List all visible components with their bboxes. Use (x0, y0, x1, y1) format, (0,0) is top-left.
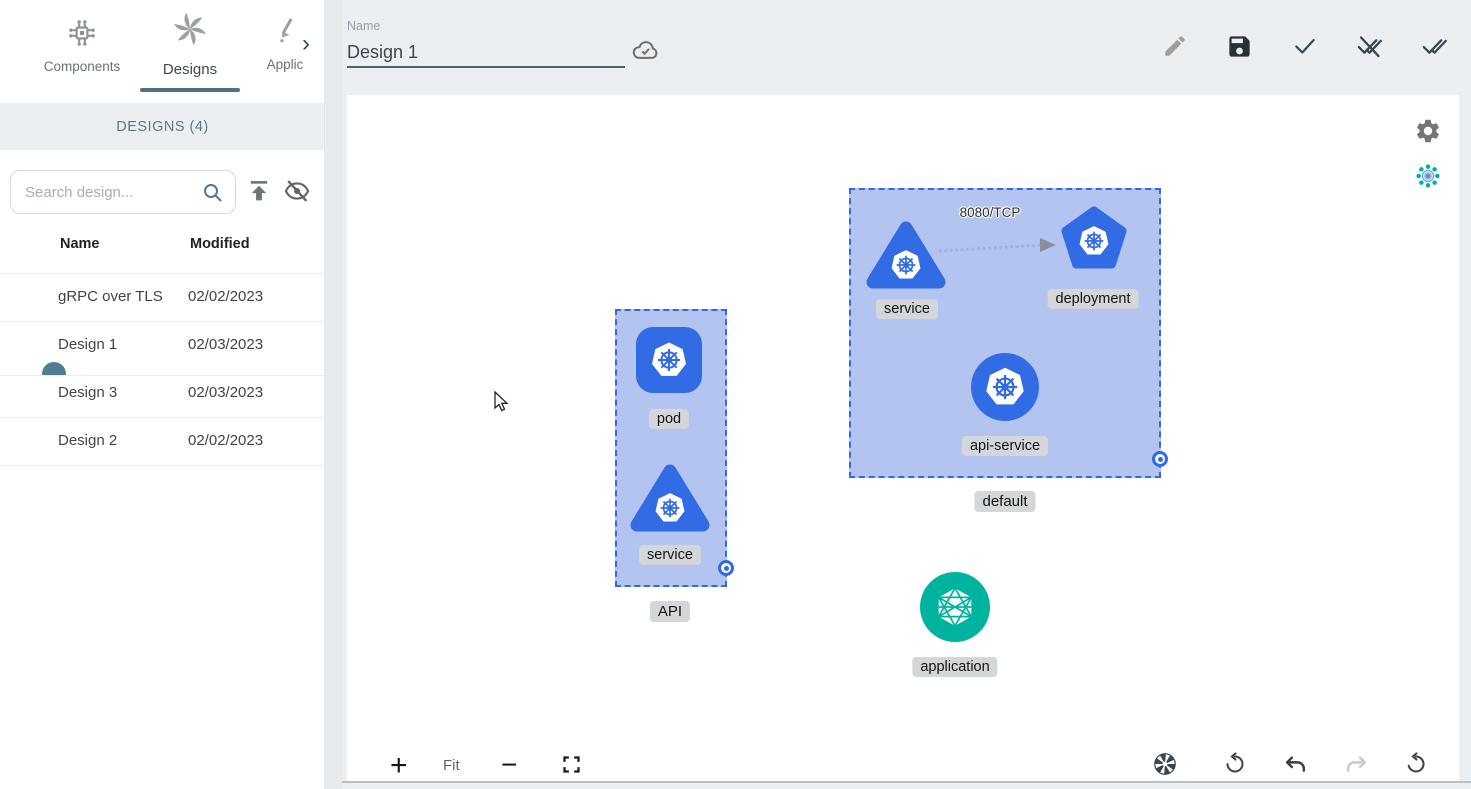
sidebar: Components Designs (0, 0, 325, 789)
design-modified: 02/03/2023 (188, 384, 263, 401)
group-api-resize-handle[interactable] (718, 560, 734, 576)
edit-icon[interactable] (1162, 33, 1188, 64)
node-api-service[interactable] (971, 353, 1039, 421)
hide-designs-icon[interactable] (283, 177, 311, 210)
mouse-cursor (493, 391, 513, 413)
zoom-in-button[interactable]: + (390, 751, 408, 781)
search-icon[interactable] (201, 181, 225, 205)
edge-port-label: 8080/TCP (960, 205, 1021, 220)
node-deployment-label: deployment (1048, 289, 1139, 309)
active-tab-underline (140, 88, 240, 92)
design-canvas[interactable]: pod service API service 8080/TCP (347, 95, 1459, 781)
screenshot-aperture-icon[interactable] (1152, 751, 1178, 782)
kubernetes-filter-icon[interactable] (1415, 163, 1441, 194)
node-pod-label: pod (649, 409, 689, 429)
history-restore-icon[interactable] (1404, 752, 1428, 781)
design-name: Design 1 (58, 336, 117, 353)
save-icon[interactable] (1226, 33, 1253, 65)
designs-section-header: DESIGNS (4) (0, 103, 325, 150)
applications-icon (270, 35, 300, 52)
sidebar-tabs: Components Designs (0, 0, 324, 96)
fit-button[interactable]: Fit (443, 757, 460, 774)
node-api-service-label: api-service (962, 436, 1048, 456)
fullscreen-icon[interactable] (561, 754, 582, 780)
search-row (0, 168, 325, 216)
tab-designs[interactable]: Designs (138, 6, 242, 78)
node-application-label: application (912, 657, 997, 677)
designs-spiral-icon (167, 39, 213, 56)
design-name-input[interactable] (347, 38, 625, 68)
node-deployment[interactable] (1059, 205, 1129, 280)
search-input[interactable] (25, 172, 193, 212)
design-name: Design 2 (58, 432, 117, 449)
col-modified: Modified (190, 236, 250, 252)
node-application[interactable] (920, 572, 990, 642)
group-default-label: default (974, 491, 1035, 512)
edge-service-deployment[interactable] (932, 235, 1072, 261)
node-service-default-label: service (876, 299, 938, 319)
cloud-saved-icon (630, 36, 660, 71)
search-box (10, 170, 236, 214)
group-default-resize-handle[interactable] (1152, 451, 1168, 467)
deploy-double-check-icon[interactable] (1421, 33, 1448, 65)
redo-icon[interactable] (1344, 753, 1369, 783)
node-pod[interactable] (636, 327, 702, 393)
validate-check-icon[interactable] (1292, 33, 1318, 64)
sidebar-scroll-gutter[interactable] (326, 0, 342, 789)
tab-components-label: Components (18, 59, 146, 74)
node-service-api[interactable] (628, 462, 712, 541)
tab-designs-label: Designs (138, 61, 242, 78)
design-row-design3[interactable]: Design 3 02/03/2023 (0, 370, 325, 418)
design-row-design2[interactable]: Design 2 02/02/2023 (0, 418, 325, 466)
col-name: Name (60, 236, 100, 252)
design-name: gRPC over TLS (58, 288, 163, 305)
chevron-right-icon[interactable]: › (302, 32, 310, 56)
canvas-bottom-divider (342, 781, 1471, 783)
tab-applications-label: Applic (250, 57, 320, 72)
components-chip-icon (65, 37, 99, 54)
design-modified: 02/02/2023 (188, 288, 263, 305)
undeploy-crossed-check-icon[interactable] (1356, 33, 1383, 65)
design-modified: 02/03/2023 (188, 336, 263, 353)
node-service-api-label: service (639, 545, 701, 565)
design-modified: 02/02/2023 (188, 432, 263, 449)
zoom-out-button[interactable]: − (501, 751, 517, 779)
gear-icon[interactable] (1414, 117, 1442, 150)
design-name: Design 3 (58, 384, 117, 401)
group-api-label: API (650, 601, 690, 622)
meshmap-designer: Components Designs (0, 0, 1471, 789)
designs-table-header: Name Modified (0, 236, 325, 262)
refresh-layout-icon[interactable] (1223, 752, 1247, 781)
name-field-label: Name (347, 19, 380, 33)
design-row-grpc[interactable]: gRPC over TLS 02/02/2023 (0, 274, 325, 322)
tab-components[interactable]: Components (18, 16, 146, 74)
undo-icon[interactable] (1283, 753, 1308, 783)
upload-design-icon[interactable] (245, 177, 273, 210)
